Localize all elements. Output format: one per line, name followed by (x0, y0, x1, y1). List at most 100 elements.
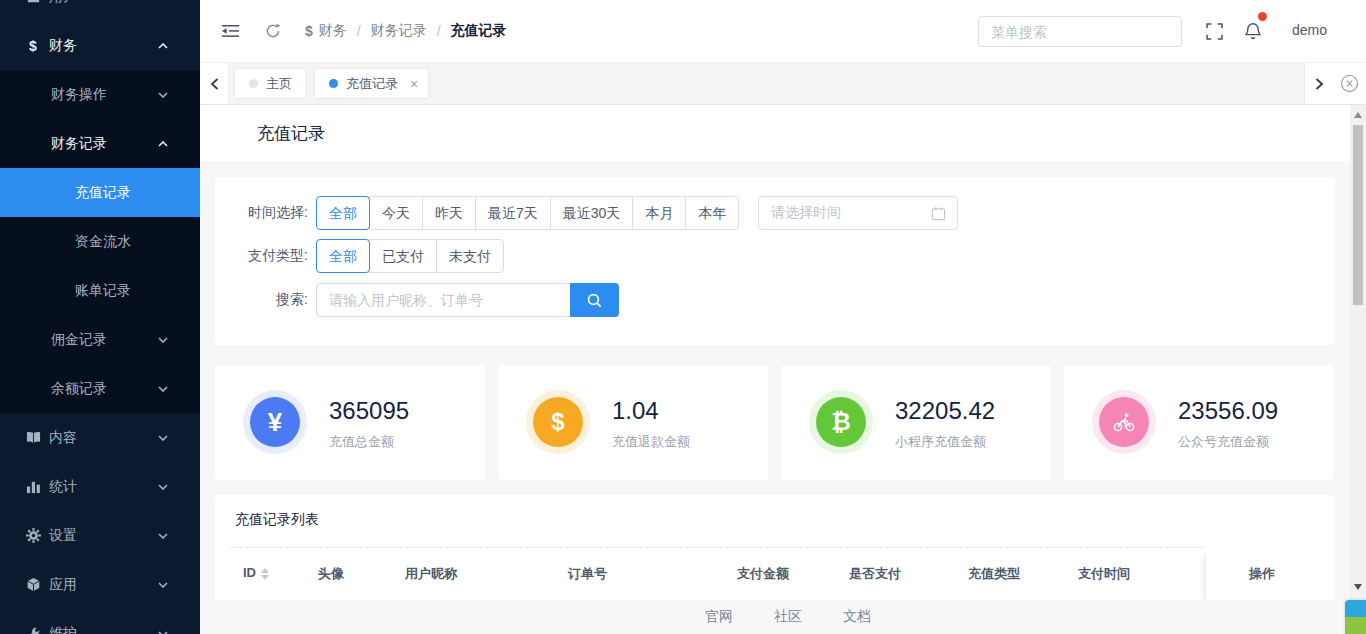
time-filter-today[interactable]: 今天 (369, 196, 423, 230)
scrollbar-down-arrow[interactable] (1354, 584, 1362, 590)
sidebar-item-maintenance[interactable]: 维护 (0, 609, 200, 634)
menu-search-input[interactable] (978, 16, 1182, 47)
fullscreen-icon[interactable] (1206, 23, 1223, 40)
gear-icon (24, 528, 42, 543)
tab-recharge-records[interactable]: 充值记录 × (314, 68, 429, 99)
scrollbar-up-arrow[interactable] (1354, 112, 1362, 118)
tabs-scroll-left-button[interactable] (200, 63, 229, 104)
page-title: 充值记录 (257, 122, 325, 145)
calendar-icon (931, 206, 946, 221)
col-avatar: 头像 (318, 565, 344, 583)
notification-dot (1258, 12, 1267, 21)
stat-value: 32205.42 (895, 397, 995, 425)
stat-card-miniprogram: ₿ 32205.42 小程序充值金额 (781, 365, 1051, 480)
time-filter-this-year[interactable]: 本年 (685, 196, 739, 230)
stat-label: 充值总金额 (329, 433, 394, 451)
time-filter-this-month[interactable]: 本月 (632, 196, 686, 230)
stat-card-recharge-total: ¥ 365095 充值总金额 (215, 365, 485, 480)
time-filter-group: 全部 今天 昨天 最近7天 最近30天 本月 本年 (316, 196, 739, 230)
col-nickname: 用户昵称 (405, 565, 457, 583)
keyword-search-input[interactable] (316, 283, 570, 317)
corner-widget[interactable] (1345, 600, 1366, 634)
sidebar-item-recharge-records[interactable]: 充值记录 (0, 168, 200, 217)
home-icon (24, 0, 42, 4)
time-filter-last30days[interactable]: 最近30天 (550, 196, 634, 230)
chevron-down-icon (158, 386, 168, 392)
tab-home[interactable]: 主页 (234, 68, 307, 99)
scrollbar-thumb[interactable] (1353, 125, 1363, 305)
close-tabs-menu-icon[interactable] (1333, 63, 1366, 104)
col-ispaid: 是否支付 (849, 565, 901, 583)
stat-value: 1.04 (612, 397, 659, 425)
username[interactable]: demo (1292, 22, 1327, 38)
col-orderno: 订单号 (568, 565, 607, 583)
chevron-down-icon (158, 533, 168, 539)
yen-icon: ¥ (250, 397, 300, 447)
topbar: $ 财务 / 财务记录 / 充值记录 demo (200, 0, 1366, 62)
stat-value: 365095 (329, 397, 409, 425)
dollar-icon: $ (24, 38, 42, 54)
chevron-down-icon (158, 337, 168, 343)
tabs-scroll-right-button[interactable] (1304, 63, 1333, 104)
breadcrumb-finance[interactable]: 财务 (319, 22, 347, 40)
time-filter-last7days[interactable]: 最近7天 (475, 196, 551, 230)
col-id[interactable]: ID (243, 565, 269, 580)
app: 用户 $ 财务 财务操作 财务记录 充值记录 (0, 0, 1366, 634)
col-actions: 操作 (1206, 565, 1318, 583)
date-range-picker[interactable]: 请选择时间 (758, 196, 958, 230)
chevron-down-icon (158, 92, 168, 98)
collapse-sidebar-icon[interactable] (222, 23, 239, 39)
stat-label: 小程序充值金额 (895, 433, 986, 451)
col-rechargetype: 充值类型 (968, 565, 1020, 583)
tab-dot (249, 79, 258, 88)
bike-icon (1099, 397, 1149, 447)
time-filter-label: 时间选择: (215, 204, 308, 222)
col-paytime: 支付时间 (1078, 565, 1130, 583)
tab-close-icon[interactable]: × (410, 76, 418, 92)
table-header: ID 头像 用户昵称 订单号 支付金额 是否支付 充值类型 支付时间 操作 (215, 548, 1335, 600)
pay-type-unpaid[interactable]: 未支付 (436, 239, 504, 273)
book-icon (24, 430, 42, 445)
refresh-icon[interactable] (265, 23, 281, 39)
dollar-icon: $ (533, 397, 583, 447)
notification-bell-icon[interactable] (1244, 22, 1262, 41)
bitcoin-icon: ₿ (816, 397, 866, 447)
cube-icon (24, 577, 42, 592)
footer-link-docs[interactable]: 文档 (843, 608, 871, 626)
search-icon (586, 292, 603, 309)
pay-type-filter-group: 全部 已支付 未支付 (316, 239, 504, 273)
chevron-down-icon (158, 435, 168, 441)
search-button[interactable] (570, 283, 619, 317)
sidebar-item-bill-records[interactable]: 账单记录 (0, 266, 200, 315)
stat-label: 公众号充值金额 (1178, 433, 1269, 451)
sidebar-item-finance-ops[interactable]: 财务操作 (0, 70, 200, 119)
sidebar-item-fund-flow[interactable]: 资金流水 (0, 217, 200, 266)
sidebar-item-commission-records[interactable]: 佣金记录 (0, 315, 200, 364)
col-amount: 支付金额 (737, 565, 789, 583)
time-filter-yesterday[interactable]: 昨天 (422, 196, 476, 230)
footer-link-community[interactable]: 社区 (774, 608, 802, 626)
pay-type-paid[interactable]: 已支付 (369, 239, 437, 273)
chevron-down-icon (158, 582, 168, 588)
pay-type-all[interactable]: 全部 (316, 239, 370, 273)
sidebar-item-content[interactable]: 内容 (0, 413, 200, 462)
sidebar-item-finance[interactable]: $ 财务 (0, 21, 200, 70)
sidebar-item-finance-records[interactable]: 财务记录 (0, 119, 200, 168)
sidebar-item-statistics[interactable]: 统计 (0, 462, 200, 511)
table-card: 充值记录列表 ID 头像 用户昵称 订单号 支付金额 是否支付 充值类型 支付时… (215, 495, 1335, 600)
stat-card-refund-total: $ 1.04 充值退款金额 (498, 365, 768, 480)
sidebar-item-user[interactable]: 用户 (0, 0, 200, 21)
sidebar-item-apps[interactable]: 应用 (0, 560, 200, 609)
sort-icon (261, 568, 269, 580)
chevron-up-icon (158, 141, 168, 147)
sidebar-item-balance-records[interactable]: 余额记录 (0, 364, 200, 413)
table-title: 充值记录列表 (235, 511, 319, 529)
vertical-scrollbar[interactable] (1350, 105, 1366, 634)
tabbar: 主页 充值记录 × (200, 62, 1366, 105)
breadcrumb-finance-records[interactable]: 财务记录 (371, 22, 427, 40)
footer-link-official[interactable]: 官网 (705, 608, 733, 626)
chevron-down-icon (158, 631, 168, 634)
time-filter-all[interactable]: 全部 (316, 196, 370, 230)
sidebar-item-settings[interactable]: 设置 (0, 511, 200, 560)
stat-card-officialaccount: 23556.09 公众号充值金额 (1064, 365, 1334, 480)
